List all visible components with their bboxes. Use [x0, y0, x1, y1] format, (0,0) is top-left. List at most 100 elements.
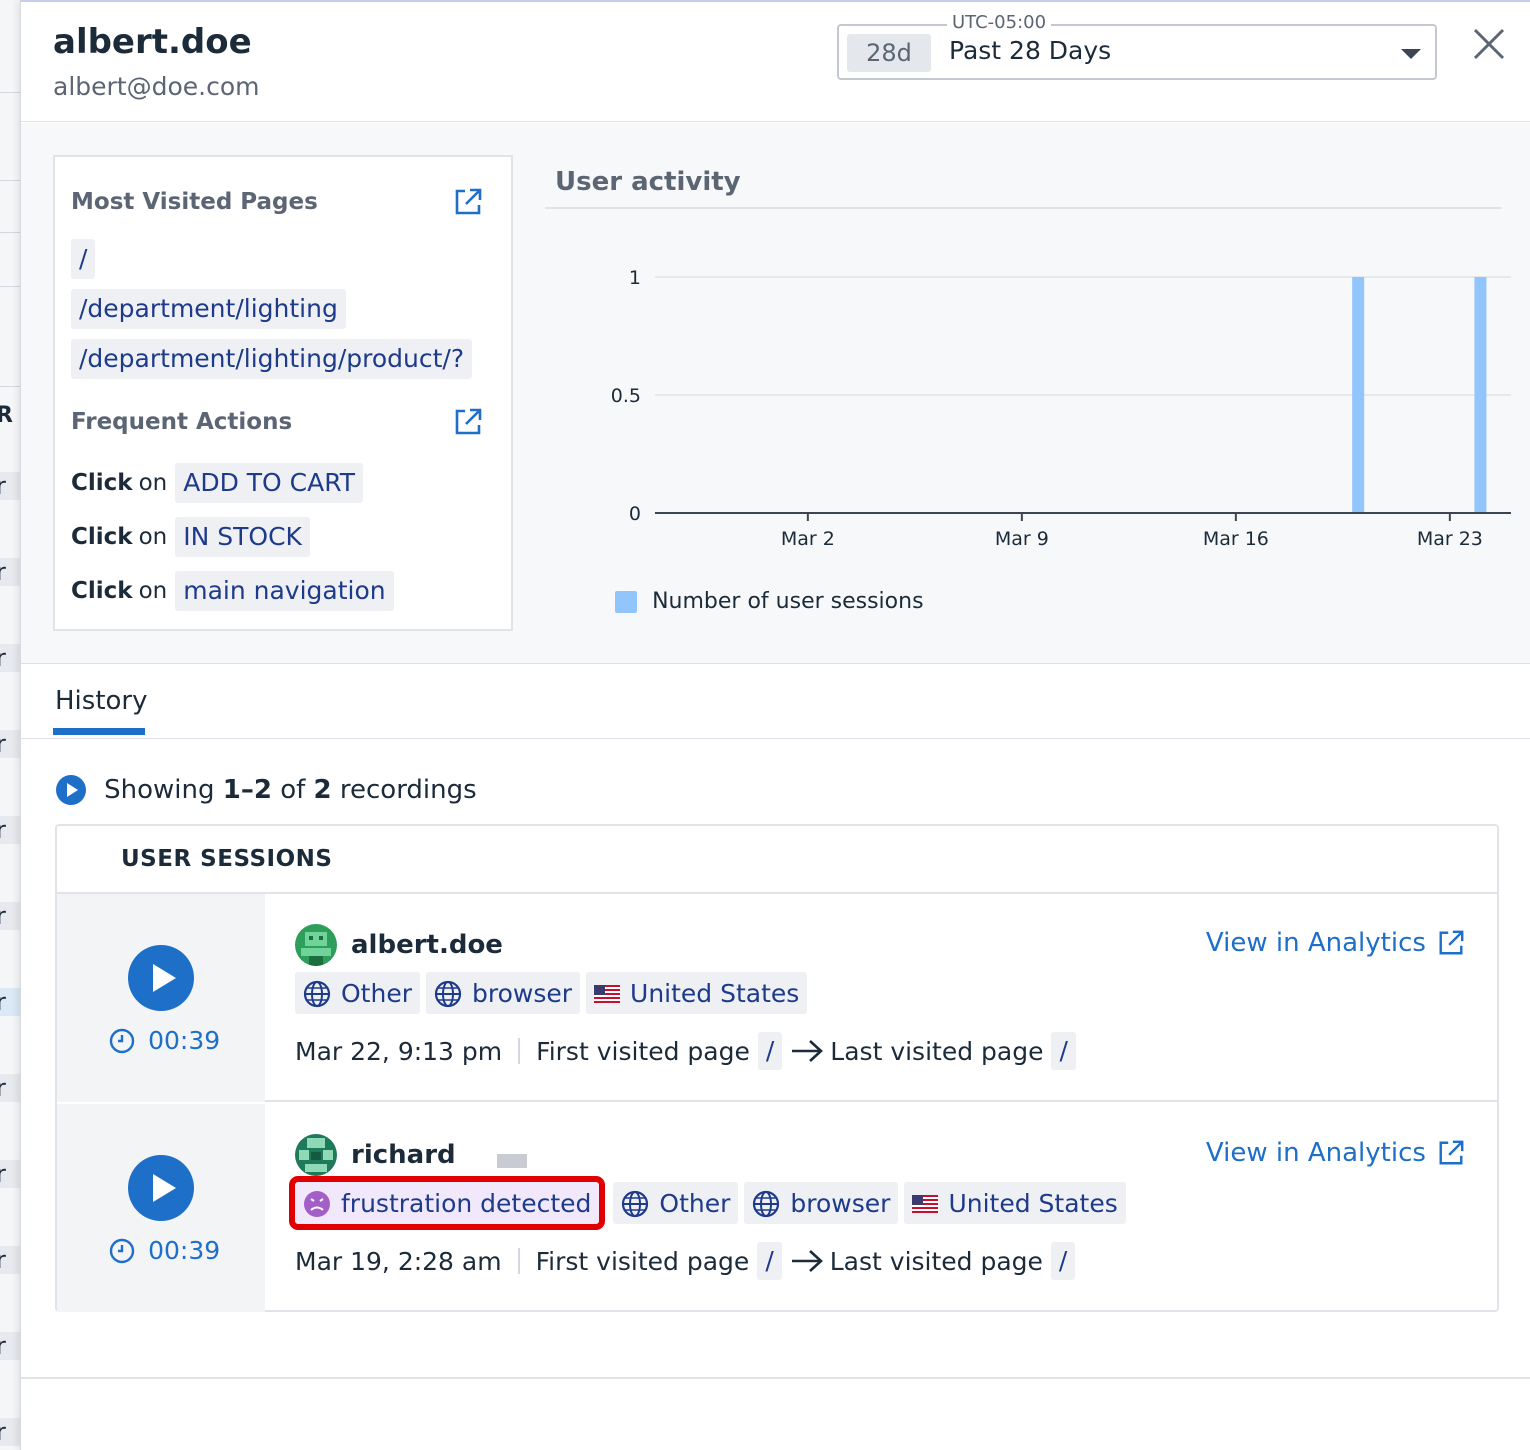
clock-icon: [109, 1028, 135, 1053]
chevron-down-icon: [1401, 49, 1421, 59]
y-tick-label: 1: [629, 267, 641, 289]
first-page-chip[interactable]: /: [757, 1242, 782, 1280]
y-tick-label: 0.5: [611, 385, 641, 407]
tab-history[interactable]: History: [55, 686, 148, 716]
session-tags: Other browser United States: [295, 972, 813, 1014]
x-tick-label: Mar 2: [781, 528, 835, 550]
frown-face-icon: [304, 1190, 330, 1217]
chart-bar: [1474, 277, 1487, 513]
visited-page-chip[interactable]: /: [71, 239, 96, 279]
os-tag: Other: [613, 1182, 739, 1224]
background-fragment: r: [0, 730, 22, 758]
first-page-chip[interactable]: /: [757, 1032, 783, 1070]
globe-icon: [753, 1190, 780, 1217]
insights-card: Most Visited Pages / /department/lightin…: [53, 155, 513, 631]
globe-icon: [434, 980, 462, 1007]
action-target-chip[interactable]: IN STOCK: [175, 517, 310, 557]
frequent-actions-title: Frequent Actions: [71, 409, 293, 435]
frequent-action-row: Click on IN STOCK: [71, 517, 310, 557]
action-verb: Click: [71, 524, 133, 550]
background-fragment: r: [0, 902, 22, 930]
first-page-label: First visited page: [536, 1036, 750, 1066]
background-fragment: r: [0, 988, 22, 1016]
arrow-right-icon: [791, 1250, 823, 1272]
most-visited-title: Most Visited Pages: [71, 189, 318, 215]
activity-divider: [545, 207, 1501, 209]
action-preposition: on: [138, 578, 168, 604]
first-page-label: First visited page: [535, 1246, 750, 1276]
session-date: Mar 22, 9:13 pm: [295, 1036, 503, 1066]
tab-bar: History: [21, 664, 1530, 739]
user-name: albert.doe: [53, 22, 252, 62]
frustration-tag: frustration detected: [288, 1176, 606, 1230]
y-tick-label: 0: [629, 503, 641, 525]
user-activity-chart: 0 0.5 1 Mar 2 Mar 9 Mar 16 Mar 23: [611, 267, 1511, 550]
frequent-action-row: Click on ADD TO CART: [71, 463, 364, 503]
background-fragment: r: [0, 816, 22, 844]
chart-legend: Number of user sessions: [615, 589, 924, 617]
range-value: Past 28 Days: [949, 36, 1112, 65]
user-profile-panel: albert.doe albert@doe.com UTC-05:00 28d …: [20, 0, 1530, 1450]
timezone-label: UTC-05:00: [947, 12, 1052, 33]
external-link-icon[interactable]: [453, 407, 483, 437]
play-button[interactable]: [127, 944, 195, 1012]
x-tick-label: Mar 16: [1203, 528, 1269, 550]
recordings-count-text: Showing 1–2 of 2 recordings: [104, 775, 477, 805]
session-meta: Mar 22, 9:13 pm First visited page / Last v…: [295, 1032, 1076, 1072]
close-icon[interactable]: [1471, 26, 1507, 62]
view-in-analytics-link[interactable]: View in Analytics: [1206, 928, 1465, 962]
play-circle-icon: [56, 775, 86, 805]
background-fragment: r: [0, 1160, 22, 1188]
us-flag-icon: [594, 984, 621, 1003]
view-in-analytics-link[interactable]: View in Analytics: [1206, 1138, 1465, 1172]
action-verb: Click: [71, 578, 133, 604]
avatar: [295, 1134, 337, 1176]
session-row: 00:39 richard View in Analytics frustrat…: [57, 1104, 1497, 1312]
background-fragment: r: [0, 1332, 22, 1360]
us-flag-icon: [912, 1194, 939, 1213]
range-badge: 28d: [847, 34, 931, 72]
action-target-chip[interactable]: ADD TO CART: [175, 463, 364, 503]
panel-footer-divider: [21, 1377, 1530, 1379]
session-duration: 00:39: [109, 1026, 220, 1056]
user-email: albert@doe.com: [53, 72, 260, 101]
play-button[interactable]: [127, 1154, 195, 1222]
last-page-chip[interactable]: /: [1051, 1032, 1076, 1070]
last-page-label: Last visited page: [829, 1246, 1043, 1276]
visited-page-chip[interactable]: /department/lighting/product/?: [71, 339, 473, 379]
chart-bar: [1352, 277, 1365, 513]
background-fragment: r: [0, 1418, 22, 1446]
background-fragment: r: [0, 1246, 22, 1274]
user-sessions-table: USER SESSIONS 00:39 albert.doe View in A…: [55, 824, 1499, 1312]
legend-swatch: [615, 590, 637, 613]
action-target-chip[interactable]: main navigation: [175, 571, 394, 611]
clock-icon: [109, 1238, 135, 1263]
active-tab-indicator: [53, 728, 145, 735]
x-tick-label: Mar 23: [1417, 528, 1483, 550]
external-link-icon: [1439, 1140, 1464, 1165]
time-range-picker[interactable]: UTC-05:00 28d Past 28 Days: [837, 12, 1437, 80]
avatar: [295, 924, 337, 966]
action-preposition: on: [138, 524, 168, 550]
external-link-icon[interactable]: [453, 187, 483, 217]
legend-label: Number of user sessions: [652, 589, 924, 614]
country-tag: United States: [586, 972, 808, 1014]
country-tag: United States: [904, 1182, 1126, 1224]
background-fragment: r: [0, 1074, 22, 1102]
background-fragment: r: [0, 644, 22, 672]
browser-tag: browser: [425, 972, 581, 1014]
recordings-summary: Showing 1–2 of 2 recordings: [55, 774, 477, 808]
background-list: R r r r r r r r r r r r r: [0, 0, 22, 1450]
last-page-chip[interactable]: /: [1050, 1242, 1076, 1280]
row-divider: [0, 286, 22, 287]
last-page-label: Last visited page: [830, 1036, 1044, 1066]
background-fragment: r: [0, 558, 22, 586]
action-verb: Click: [71, 470, 133, 496]
row-divider: [0, 92, 22, 93]
session-user-name: albert.doe: [351, 930, 503, 960]
session-user-name: richard: [351, 1140, 456, 1170]
visited-page-chip[interactable]: /department/lighting: [71, 289, 346, 329]
browser-tag: browser: [744, 1182, 899, 1224]
panel-header: albert.doe albert@doe.com UTC-05:00 28d …: [21, 2, 1530, 122]
frequent-action-row: Click on main navigation: [71, 571, 394, 611]
